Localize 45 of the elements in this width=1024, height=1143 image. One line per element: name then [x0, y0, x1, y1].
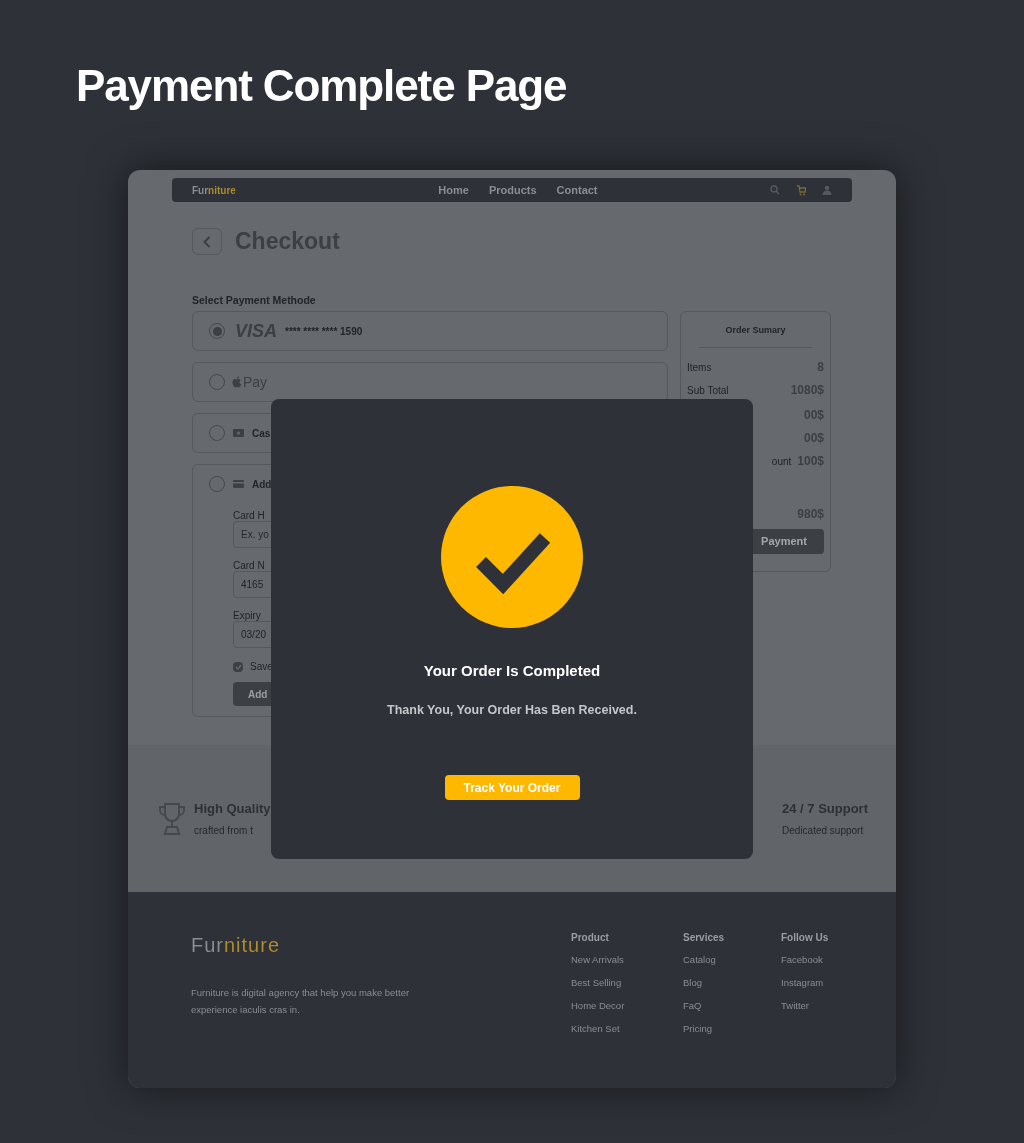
- search-icon[interactable]: [770, 185, 780, 195]
- summary-label: ount: [771, 454, 792, 469]
- footer-link[interactable]: Home Decor: [571, 999, 683, 1013]
- field-label: Card H: [233, 510, 265, 521]
- feature-subtitle: crafted from t: [194, 823, 254, 838]
- footer-link[interactable]: Best Selling: [571, 976, 683, 990]
- footer-link[interactable]: Instagram: [781, 976, 861, 990]
- summary-label: Sub Total: [687, 383, 729, 398]
- checkbox[interactable]: [233, 661, 243, 672]
- footer-link[interactable]: Catalog: [683, 953, 781, 967]
- footer-heading: Services: [683, 931, 726, 944]
- payment-label: Cas: [252, 426, 271, 441]
- nav-link[interactable]: Contact: [556, 181, 598, 199]
- apple-icon: [232, 376, 242, 388]
- cash-icon: [233, 429, 244, 437]
- chevron-left-icon: [203, 235, 211, 248]
- footer-link[interactable]: FaQ: [683, 999, 781, 1013]
- trophy-icon: [158, 801, 186, 836]
- footer-link[interactable]: Facebook: [781, 953, 861, 967]
- footer-description: Furniture is digital agency that help you make better experience iaculis cras in.: [191, 986, 411, 1017]
- modal-message: Thank You, Your Order Has Ben Received.: [387, 701, 637, 719]
- masked-card-number: **** **** **** 1590: [285, 324, 363, 339]
- summary-label: Items: [687, 360, 712, 375]
- footer-heading: Follow Us: [781, 931, 830, 944]
- feature-subtitle: Dedicated support: [782, 823, 865, 838]
- footer-link[interactable]: Twitter: [781, 999, 861, 1013]
- footer-link[interactable]: Blog: [683, 976, 781, 990]
- cart-icon[interactable]: [796, 184, 806, 196]
- footer-heading: Product: [571, 931, 610, 944]
- field-label: Card N: [233, 560, 265, 571]
- check-circle-icon: [441, 486, 583, 628]
- footer-link[interactable]: New Arrivals: [571, 953, 683, 967]
- user-icon[interactable]: [822, 185, 832, 195]
- nav-link[interactable]: Products: [488, 181, 537, 199]
- card-icon: [233, 480, 244, 488]
- page-heading: Payment Complete Page: [76, 60, 567, 112]
- summary-title: Order Sumary: [725, 324, 786, 337]
- modal-title: Your Order Is Completed: [423, 661, 601, 681]
- back-button[interactable]: [192, 228, 222, 255]
- nav-link[interactable]: Home: [438, 181, 469, 199]
- footer-link[interactable]: Pricing: [683, 1022, 781, 1036]
- footer-link[interactable]: Kitchen Set: [571, 1022, 683, 1036]
- payment-label: Add: [252, 477, 272, 492]
- field-label: Expiry: [233, 610, 261, 621]
- section-label: Select Payment Methode: [192, 294, 316, 306]
